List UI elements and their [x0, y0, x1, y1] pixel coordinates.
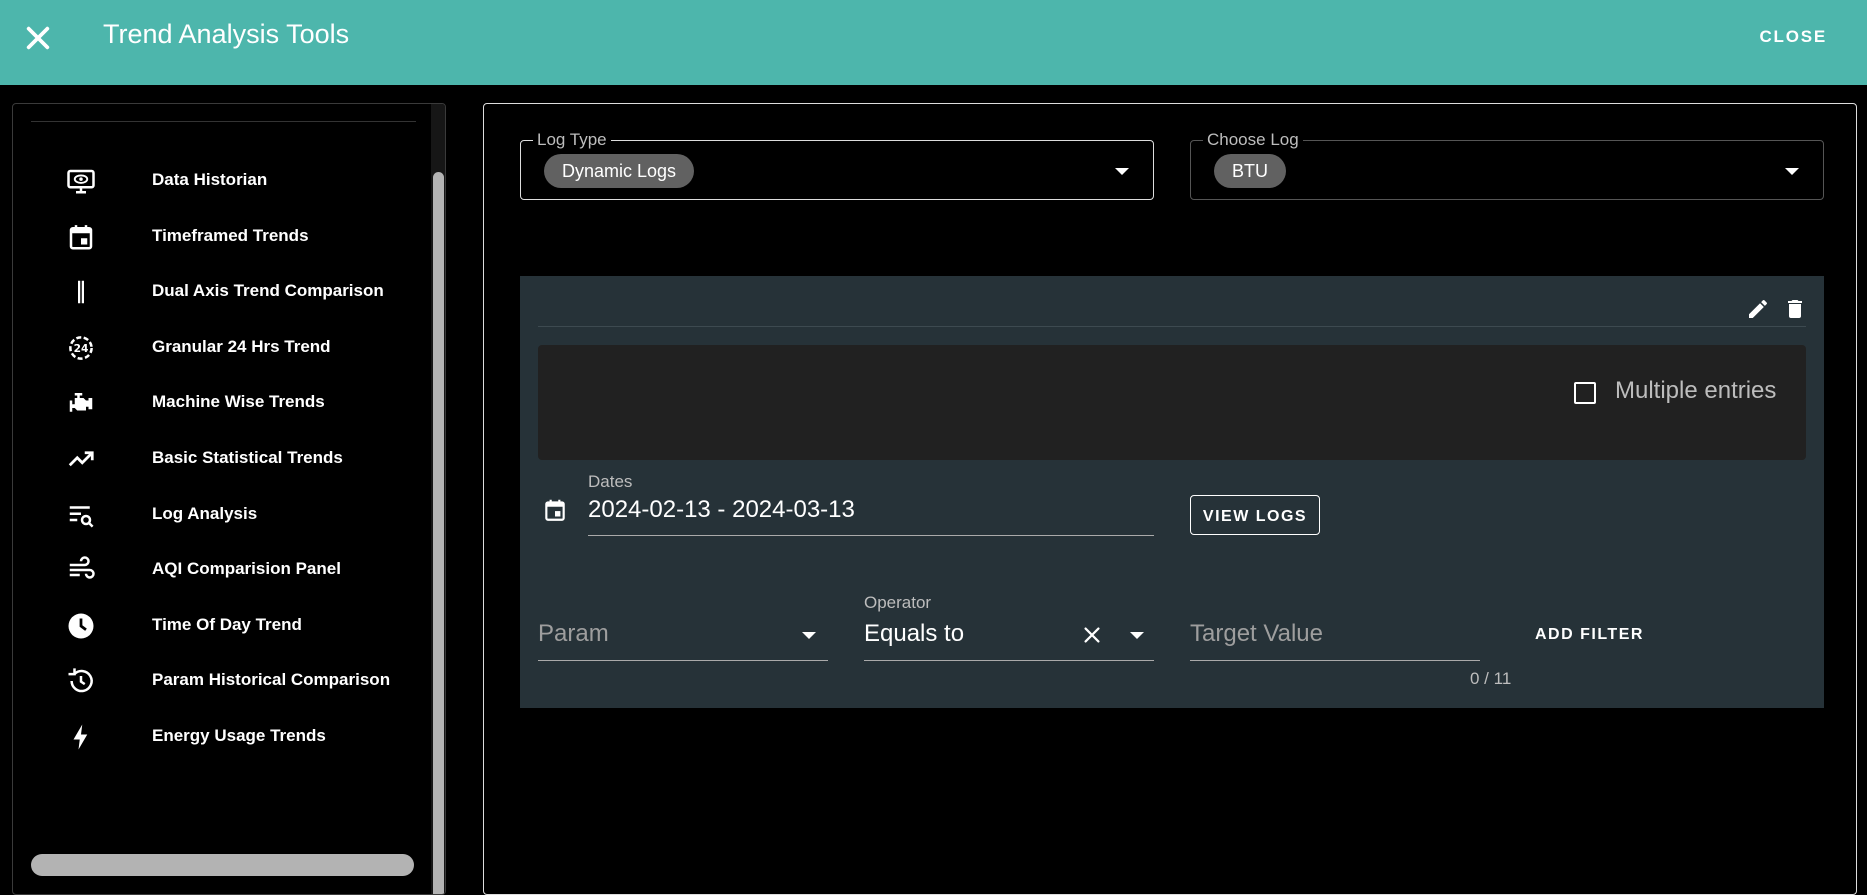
sidebar-item-label: Param Historical Comparison: [152, 670, 391, 690]
dates-label: Dates: [588, 472, 633, 491]
list-search-icon: [66, 500, 96, 530]
vertical-scrollbar-thumb[interactable]: [433, 172, 444, 894]
sidebar-item-label: Machine Wise Trends: [152, 392, 325, 412]
chevron-down-icon[interactable]: [1130, 632, 1144, 639]
close-icon[interactable]: [22, 22, 54, 54]
sidebar-item-label: Data Historian: [152, 170, 268, 189]
choose-log-legend: Choose Log: [1203, 130, 1303, 150]
target-value-input[interactable]: Target Value: [1190, 620, 1323, 648]
app-header: Trend Analysis Tools CLOSE: [0, 0, 1867, 85]
history-icon: [66, 666, 96, 696]
operator-underline: [864, 660, 1154, 661]
dates-input[interactable]: 2024-02-13 - 2024-03-13: [588, 496, 855, 524]
choose-log-chip: BTU: [1214, 154, 1286, 188]
delete-icon[interactable]: [1783, 297, 1807, 321]
sidebar-item-machine-wise-trends[interactable]: Machine Wise Trends: [13, 375, 428, 431]
filter-card: Multiple entries Dates 2024-02-13 - 2024…: [520, 276, 1824, 708]
sidebar-item-log-analysis[interactable]: Log Analysis: [13, 487, 428, 543]
sidebar-item-basic-statistical-trends[interactable]: Basic Statistical Trends: [13, 431, 428, 487]
param-select[interactable]: Param: [538, 620, 609, 648]
multiple-entries-label: Multiple entries: [1615, 377, 1777, 404]
sidebar-item-label: Basic Statistical Trends: [152, 447, 343, 467]
sidebar-nav: Data Historian Timeframed Trends Dual Ax…: [13, 153, 428, 765]
sidebar-item-time-of-day-trend[interactable]: Time Of Day Trend: [13, 598, 428, 654]
chevron-down-icon[interactable]: [1785, 168, 1799, 175]
add-filter-button[interactable]: ADD FILTER: [1535, 626, 1644, 644]
sidebar-item-label: Log Analysis: [152, 503, 258, 523]
horizontal-scrollbar-thumb[interactable]: [31, 854, 414, 876]
clear-icon[interactable]: [1081, 624, 1103, 646]
operator-select[interactable]: Equals to: [864, 620, 964, 648]
choose-log-select[interactable]: Choose Log BTU: [1190, 130, 1824, 200]
wind-icon: [66, 555, 96, 585]
bolt-icon: [66, 722, 96, 752]
trending-up-icon: [66, 444, 96, 474]
hours-24-icon: 24: [66, 333, 96, 363]
chevron-down-icon[interactable]: [802, 632, 816, 639]
sidebar-item-label: Energy Usage Trends: [152, 725, 326, 745]
log-type-legend: Log Type: [533, 130, 611, 150]
card-divider: [538, 326, 1806, 327]
target-value-counter: 0 / 11: [1470, 669, 1512, 688]
main-panel: Log Type Dynamic Logs Choose Log BTU Mul…: [483, 103, 1857, 895]
view-logs-button[interactable]: VIEW LOGS: [1190, 495, 1320, 535]
sidebar-item-timeframed-trends[interactable]: Timeframed Trends: [13, 209, 428, 265]
sidebar-item-label: AQI Comparision Panel: [152, 559, 341, 579]
log-type-select[interactable]: Log Type Dynamic Logs: [520, 130, 1154, 200]
sidebar-item-granular-24-hrs-trend[interactable]: 24 Granular 24 Hrs Trend: [13, 320, 428, 376]
sidebar-item-label: Granular 24 Hrs Trend: [152, 336, 331, 356]
sidebar-item-label: Time Of Day Trend: [152, 614, 302, 634]
engine-icon: [66, 388, 96, 418]
monitor-eye-icon: [66, 166, 96, 196]
param-underline: [538, 660, 828, 661]
sidebar-item-dual-axis-trend-comparison[interactable]: Dual Axis Trend Comparison: [13, 264, 428, 320]
edit-icon[interactable]: [1746, 297, 1770, 321]
dual-bars-icon: [66, 277, 96, 307]
target-value-underline: [1190, 660, 1480, 661]
operator-label: Operator: [864, 593, 932, 612]
calendar-icon: [66, 222, 96, 252]
calendar-icon[interactable]: [542, 497, 568, 523]
multiple-entries-checkbox[interactable]: [1574, 382, 1596, 404]
page-title: Trend Analysis Tools: [103, 19, 350, 49]
svg-text:24: 24: [74, 342, 89, 355]
dates-underline: [588, 535, 1154, 536]
clock-icon: [66, 611, 96, 641]
sidebar-item-label: Timeframed Trends: [152, 225, 309, 245]
sidebar-item-label: Dual Axis Trend Comparison: [152, 281, 384, 301]
log-type-chip: Dynamic Logs: [544, 154, 695, 188]
multiple-entries-box: Multiple entries: [538, 345, 1806, 460]
close-button[interactable]: CLOSE: [1759, 27, 1827, 47]
sidebar-item-data-historian[interactable]: Data Historian: [13, 153, 428, 209]
sidebar: Data Historian Timeframed Trends Dual Ax…: [12, 103, 446, 895]
chevron-down-icon[interactable]: [1115, 168, 1129, 175]
sidebar-item-param-historical-comparison[interactable]: Param Historical Comparison: [13, 653, 428, 709]
sidebar-divider: [31, 121, 416, 122]
sidebar-item-aqi-comparision-panel[interactable]: AQI Comparision Panel: [13, 542, 428, 598]
sidebar-item-energy-usage-trends[interactable]: Energy Usage Trends: [13, 709, 428, 765]
